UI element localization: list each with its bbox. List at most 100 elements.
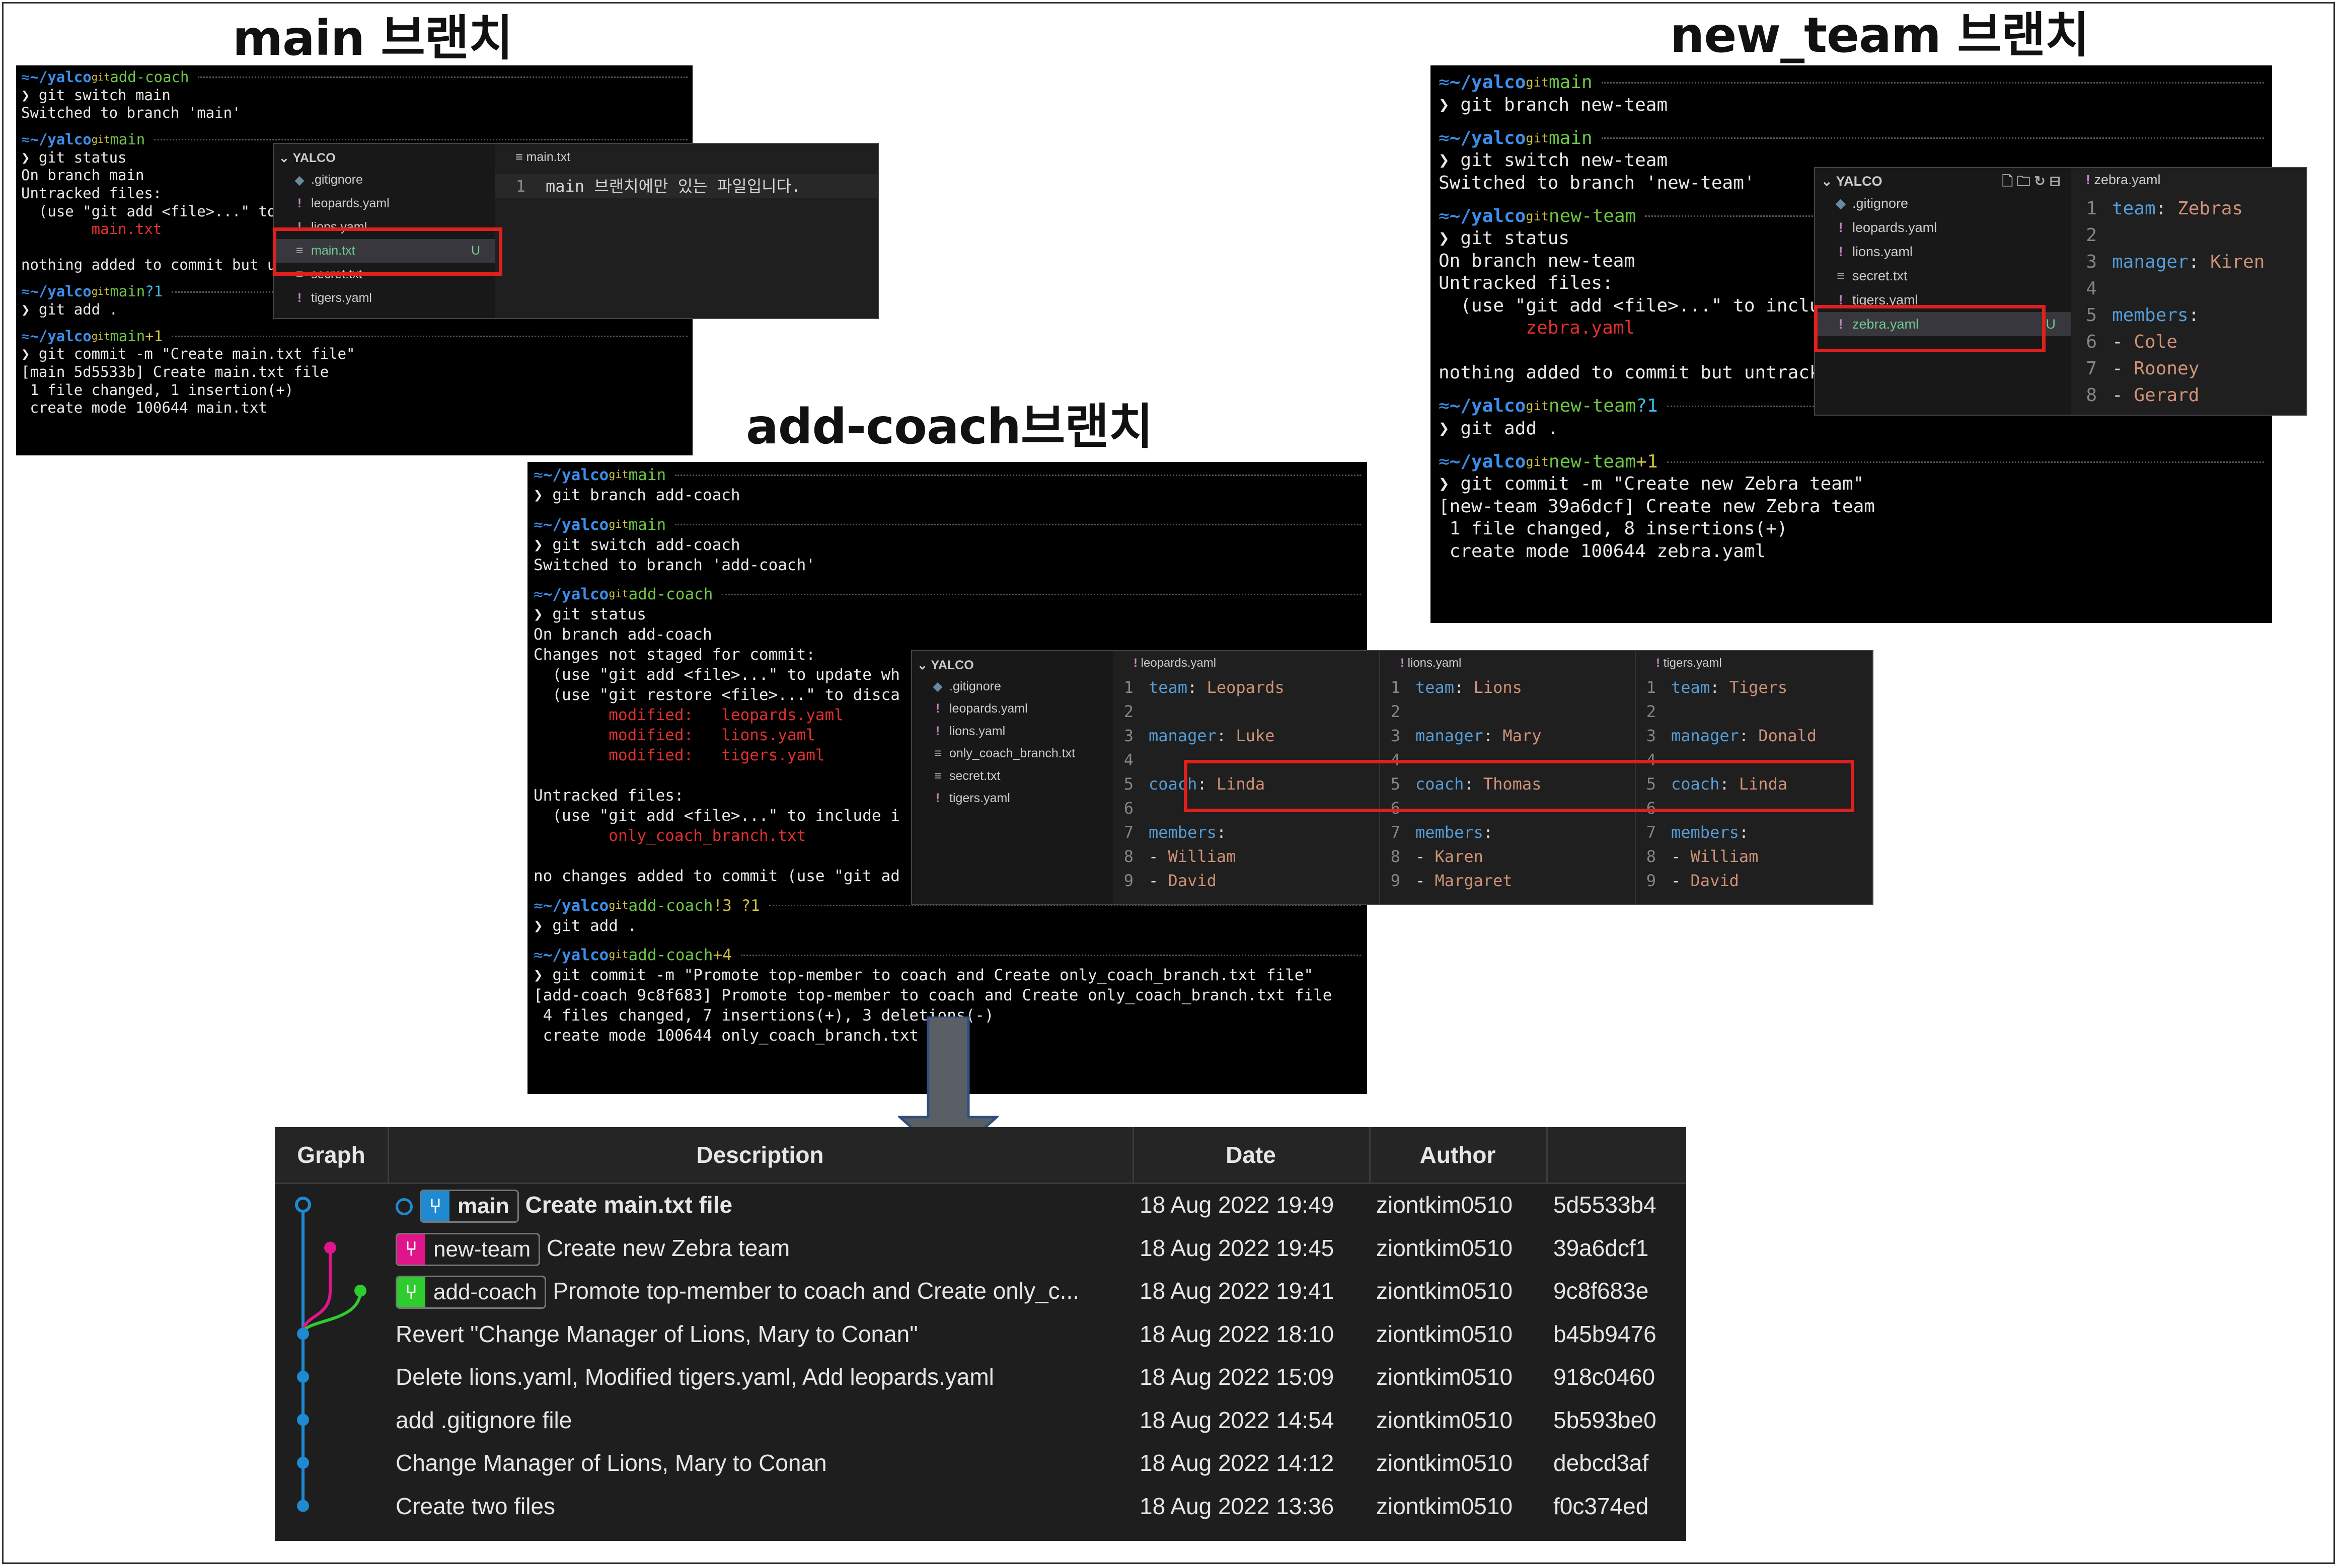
line-number: 8 xyxy=(1390,847,1400,866)
git-graph-panel[interactable]: Graph Description Date Author ⑂ main Crea… xyxy=(275,1127,1686,1541)
prompt-directory: ~/yalco xyxy=(30,68,92,86)
block-gap xyxy=(21,319,688,328)
col-header-date[interactable]: Date xyxy=(1133,1127,1371,1183)
editor-tab[interactable]: ! zebra.yaml xyxy=(2071,168,2306,192)
prompt-branch: main xyxy=(110,327,145,345)
commit-row[interactable]: Change Manager of Lions, Mary to Conan 18… xyxy=(275,1442,1686,1484)
code-line: 3 manager: Luke xyxy=(1113,724,1379,748)
commit-row[interactable]: ⑂ main Create main.txt file 18 Aug 2022 19… xyxy=(275,1184,1686,1226)
line-number: 4 xyxy=(2086,278,2097,299)
explorer-file-leopards-yaml[interactable]: ! leopards.yaml xyxy=(274,192,495,215)
code-line: 7 members: xyxy=(1380,820,1636,844)
commit-date: 18 Aug 2022 14:12 xyxy=(1140,1450,1334,1476)
commit-description-cell: Delete lions.yaml, Modified tigers.yaml,… xyxy=(396,1356,1125,1398)
file-name: leopards.yaml xyxy=(1852,219,1937,235)
list-dash: - xyxy=(1149,847,1168,866)
commit-row[interactable]: ⑂ new-team Create new Zebra team 18 Aug 20… xyxy=(275,1227,1686,1270)
gitignore-icon: ◆ xyxy=(1835,195,1846,211)
line-number: 1 xyxy=(2086,198,2097,219)
yaml-value: Luke xyxy=(1236,726,1275,745)
explorer-file-lions-yaml[interactable]: ! lions.yaml xyxy=(1815,240,2071,264)
editor-tab[interactable]: ! leopards.yaml xyxy=(1113,651,1379,673)
branch-label-main[interactable]: ⑂ main xyxy=(420,1190,519,1223)
commit-row[interactable]: Delete lions.yaml, Modified tigers.yaml,… xyxy=(275,1356,1686,1398)
explorer-file-tigers-yaml[interactable]: ! tigers.yaml xyxy=(912,788,1113,810)
code-line: 8- Gerard xyxy=(2071,382,2306,409)
colon: : xyxy=(2155,198,2178,219)
editor-tab[interactable]: ! lions.yaml xyxy=(1380,651,1636,673)
yaml-key: manager xyxy=(1671,726,1739,745)
commit-date: 18 Aug 2022 19:49 xyxy=(1140,1192,1334,1218)
home-icon: ≈ xyxy=(534,585,543,604)
block-gap xyxy=(534,575,1361,585)
yaml-value: David xyxy=(1168,871,1217,890)
colon: : xyxy=(1454,678,1474,697)
yaml-icon: ! xyxy=(297,196,302,210)
explorer-file-secret-txt[interactable]: ≡ secret.txt xyxy=(912,765,1113,788)
editor-tab[interactable]: ≡ main.txt xyxy=(495,144,878,170)
explorer-file-secret-txt[interactable]: ≡ secret.txt xyxy=(1815,264,2071,288)
prompt-separator xyxy=(1601,137,2264,139)
col-header-author[interactable]: Author xyxy=(1369,1127,1548,1183)
yaml-key: team xyxy=(2112,198,2156,219)
vscode-window-new-team[interactable]: ⌄ YALCO 🗋 🗀 ↻ ⊟ ◆ .gitignore ! leopards.yam… xyxy=(1814,167,2307,416)
git-icon: git xyxy=(91,285,110,298)
col-header-graph[interactable]: Graph xyxy=(275,1127,389,1183)
explorer-file-lions-yaml[interactable]: ! lions.yaml xyxy=(912,720,1113,743)
editor-tab[interactable]: ! tigers.yaml xyxy=(1636,651,1872,673)
shell-prompt: ≈ ~/yalco git add-coach xyxy=(21,68,688,87)
commit-author: ziontkim0510 xyxy=(1376,1364,1513,1390)
terminal-line: Switched to branch 'add-coach' xyxy=(534,556,815,574)
editor-pane[interactable]: ! zebra.yaml 1 team: Zebras 2 3 manager: Kir… xyxy=(2071,168,2306,415)
line-number: 4 xyxy=(1123,750,1134,769)
explorer-file-only-coach-branch-txt[interactable]: ≡ only_coach_branch.txt xyxy=(912,743,1113,765)
explorer-file-leopards-yaml[interactable]: ! leopards.yaml xyxy=(1815,215,2071,240)
file-name: .gitignore xyxy=(1852,195,1909,211)
commit-row[interactable]: add .gitignore file 18 Aug 2022 14:54 zion… xyxy=(275,1399,1686,1442)
prompt-separator xyxy=(675,524,1361,526)
commit-hash: 39a6dcf1 xyxy=(1553,1234,1649,1261)
explorer-file--gitignore[interactable]: ◆ .gitignore xyxy=(1815,191,2071,215)
col-header-description[interactable]: Description xyxy=(388,1127,1134,1183)
branch-label-new-team[interactable]: ⑂ new-team xyxy=(396,1232,541,1266)
commit-row[interactable]: ⑂ add-coach Promote top-member to coach a… xyxy=(275,1270,1686,1312)
terminal-line: 1 file changed, 1 insertion(+) xyxy=(21,381,294,399)
shell-prompt: ≈ ~/yalco git new-team +1 xyxy=(1439,451,2264,474)
commit-message: Create new Zebra team xyxy=(546,1234,790,1261)
shell-prompt: ≈ ~/yalco git main +1 xyxy=(21,328,688,346)
home-icon: ≈ xyxy=(1439,127,1450,148)
code-line: 4 xyxy=(2071,275,2306,302)
explorer-file-leopards-yaml[interactable]: ! leopards.yaml xyxy=(912,698,1113,721)
branch-label-add-coach[interactable]: ⑂ add-coach xyxy=(396,1276,547,1309)
editor-pane[interactable]: ≡ main.txt 1 main 브랜치에만 있는 파일입니다. xyxy=(495,144,878,318)
prompt-directory: ~/yalco xyxy=(543,466,609,484)
commit-date: 18 Aug 2022 19:45 xyxy=(1140,1234,1334,1261)
commit-date: 18 Aug 2022 15:09 xyxy=(1140,1364,1334,1390)
file-name: tigers.yaml xyxy=(311,291,372,305)
line-number: 1 xyxy=(1646,678,1656,697)
colon: : xyxy=(1216,823,1236,842)
yaml-icon: ! xyxy=(935,724,940,738)
code-line: 2 xyxy=(2071,222,2306,249)
tab-name: leopards.yaml xyxy=(1141,656,1217,670)
commit-row[interactable]: Revert "Change Manager of Lions, Mary to… xyxy=(275,1313,1686,1356)
explorer-actions-icon[interactable]: 🗋 🗀 ↻ ⊟ xyxy=(2002,171,2061,191)
home-icon: ≈ xyxy=(21,283,30,300)
explorer-file--gitignore[interactable]: ◆ .gitignore xyxy=(912,675,1113,698)
terminal-line: [add-coach 9c8f683] Promote top-member t… xyxy=(534,986,1332,1005)
shell-prompt: ≈ ~/yalco git main xyxy=(1439,127,2264,150)
prompt-status: +4 xyxy=(713,946,732,965)
yaml-key: team xyxy=(1415,678,1455,697)
explorer-file--gitignore[interactable]: ◆ .gitignore xyxy=(274,168,495,192)
terminal-line: Switched to branch 'main' xyxy=(21,104,241,122)
list-dash: - xyxy=(1149,871,1168,890)
line-number: 3 xyxy=(2086,252,2097,272)
file-name: leopards.yaml xyxy=(311,196,390,210)
head-indicator-icon xyxy=(396,1198,413,1215)
explorer-file-tigers-yaml[interactable]: ! tigers.yaml xyxy=(274,286,495,310)
prompt-directory: ~/yalco xyxy=(30,131,92,148)
list-dash: - xyxy=(1671,847,1691,866)
explorer-title: ⌄ YALCO 🗋 🗀 ↻ ⊟ xyxy=(1815,171,2071,191)
commit-description-cell: Create two files xyxy=(396,1485,1125,1528)
commit-row[interactable]: Create two files 18 Aug 2022 13:36 ziontki… xyxy=(275,1485,1686,1528)
